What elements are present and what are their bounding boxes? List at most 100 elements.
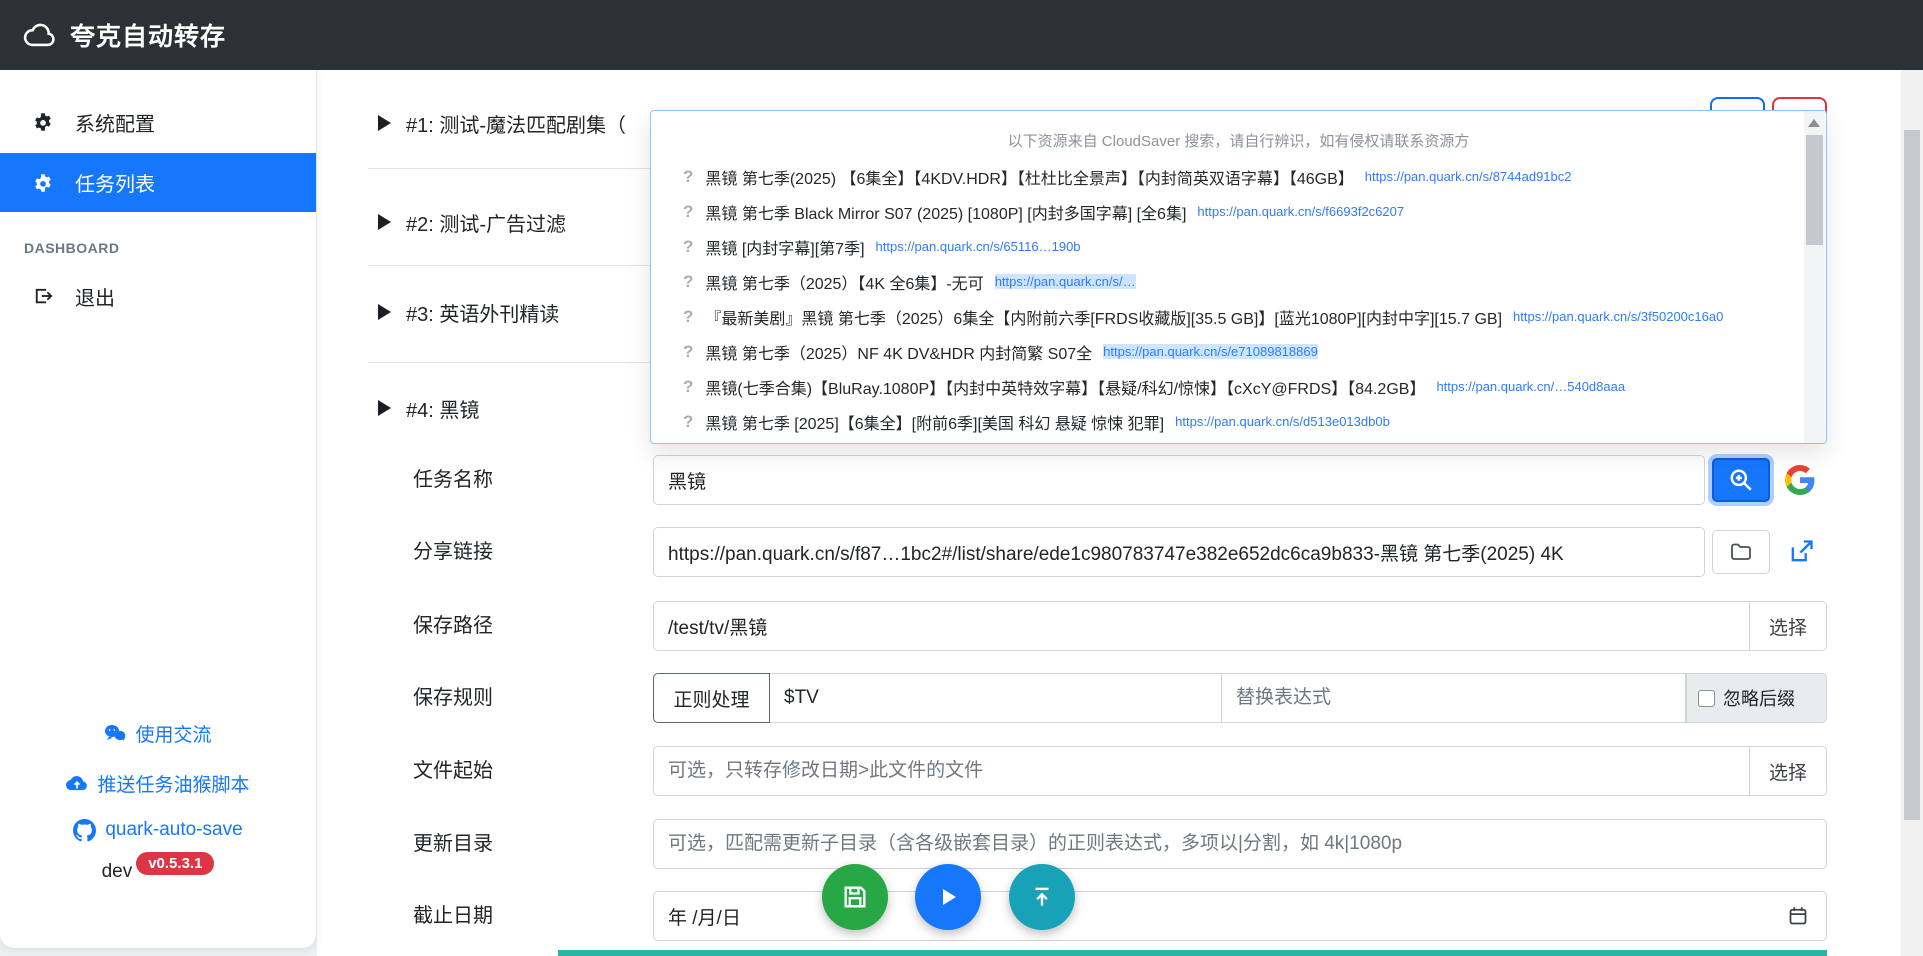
top-header: 夸克自动转存 [0, 0, 1923, 70]
task-accordion-header[interactable]: #1: 测试-魔法匹配剧集（ [378, 109, 626, 137]
label-save-rule: 保存规则 [413, 673, 643, 723]
update-dir-input[interactable] [653, 819, 1827, 869]
nav-item-label: 系统配置 [75, 108, 155, 137]
question-mark-icon [683, 307, 693, 327]
expand-arrow-icon [378, 115, 391, 131]
browse-folder-button[interactable] [1712, 530, 1770, 574]
folder-icon [1729, 540, 1753, 564]
result-item[interactable]: 黑镜 第七季（2025）NF 4K DV&HDR 内封简繁 S07全 https… [651, 334, 1826, 369]
ignore-suffix-checkbox[interactable] [1698, 690, 1715, 707]
sidebar-nav-item[interactable]: 系统配置 [0, 97, 316, 147]
result-item[interactable]: 黑镜 [内封字幕][第7季] https://pan.quark.cn/s/65… [651, 229, 1826, 264]
ignore-suffix-addon: 忽略后缀 [1686, 673, 1827, 723]
google-search-button[interactable] [1777, 460, 1823, 500]
result-item[interactable]: 黑镜 第七季 Black Mirror S07 (2025) [1080P] [… [651, 194, 1826, 229]
ignore-suffix-label: 忽略后缀 [1723, 685, 1795, 711]
sidebar-item-logout[interactable]: 退出 [0, 271, 316, 321]
result-title: 黑镜 第七季（2025）NF 4K DV&HDR 内封简繁 S07全 [705, 340, 1092, 364]
result-title: 黑镜 [内封字幕][第7季] [705, 235, 864, 259]
version-row: dev v0.5.3.1 [0, 852, 316, 892]
label-file-start: 文件起始 [413, 746, 643, 796]
task-name-input[interactable] [653, 455, 1705, 505]
result-item[interactable]: 『最新美剧』黑镜 第七季（2025）6集全【内附前六季[FRDS收藏版][35.… [651, 299, 1826, 334]
save-path-select-button[interactable]: 选择 [1750, 601, 1827, 651]
question-mark-icon [683, 202, 693, 222]
rule-replace-input[interactable] [1221, 673, 1686, 723]
sidebar-link-push-label: 推送任务油猴脚本 [97, 770, 249, 797]
sidebar-section-label: DASHBOARD [0, 240, 316, 256]
label-update-dir: 更新目录 [413, 819, 643, 869]
sidebar-link-push-script[interactable]: 推送任务油猴脚本 [0, 762, 316, 804]
sidebar-nav: 系统配置 任务列表 [0, 97, 316, 212]
task-accordion-header[interactable]: #3: 英语外刊精读 [378, 298, 559, 326]
nav-item-label: 任务列表 [75, 168, 155, 197]
label-task-name: 任务名称 [413, 455, 643, 505]
result-title: 黑镜(七季合集)【BluRay.1080P】【内封中英特效字幕】【悬疑/科幻/惊… [705, 375, 1425, 399]
question-mark-icon [683, 412, 693, 432]
question-mark-icon [683, 377, 693, 397]
result-title: 『最新美剧』黑镜 第七季（2025）6集全【内附前六季[FRDS收藏版][35.… [705, 305, 1502, 329]
wechat-icon [104, 724, 126, 742]
play-icon [936, 885, 960, 909]
result-title: 黑镜 第七季 Black Mirror S07 (2025) [1080P] [… [705, 200, 1186, 224]
open-share-link-button[interactable] [1780, 533, 1822, 571]
calendar-icon[interactable] [1788, 906, 1808, 926]
scrollbar-up-arrow-icon[interactable] [1808, 119, 1820, 127]
result-link[interactable]: https://pan.quark.cn/s/65116…190b [876, 239, 1081, 254]
magnifier-plus-icon [1728, 467, 1754, 493]
result-title: 黑镜 第七季 [2025]【6集全】[附前6季][美国 科幻 悬疑 惊悚 犯罪] [705, 410, 1164, 434]
rule-pattern-input[interactable] [769, 673, 1222, 723]
result-item[interactable]: 黑镜(七季合集)【BluRay.1080P】【内封中英特效字幕】【悬疑/科幻/惊… [651, 369, 1826, 404]
next-panel-top-edge [558, 950, 1827, 956]
task-accordion-header[interactable]: #4: 黑镜 [378, 394, 479, 422]
github-icon [73, 819, 96, 842]
dropdown-scrollbar[interactable] [1804, 111, 1825, 443]
result-link[interactable]: https://pan.quark.cn/…540d8aaa [1436, 379, 1625, 394]
save-path-input[interactable] [653, 601, 1750, 651]
nav-item-icon [33, 173, 53, 193]
nav-item-icon [33, 112, 53, 132]
question-mark-icon [683, 272, 693, 292]
label-save-path: 保存路径 [413, 601, 643, 651]
rule-mode-select[interactable]: 正则处理 [653, 673, 770, 723]
file-start-select-button[interactable]: 选择 [1750, 746, 1827, 796]
expand-arrow-icon [378, 214, 391, 230]
label-share-link: 分享链接 [413, 527, 643, 577]
result-link[interactable]: https://pan.quark.cn/s/e71089818869 [1103, 344, 1318, 359]
floppy-save-icon [841, 883, 869, 911]
search-results-dropdown: 以下资源来自 CloudSaver 搜索，请自行辨识，如有侵权请联系资源方 黑镜… [650, 110, 1827, 444]
task-title: #4: 黑镜 [406, 394, 479, 423]
page-scrollbar[interactable] [1901, 70, 1923, 956]
expand-arrow-icon [378, 304, 391, 320]
sidebar-link-github[interactable]: quark-auto-save [0, 809, 316, 851]
cloud-upload-icon [66, 775, 88, 791]
task-title: #2: 测试-广告过滤 [406, 208, 566, 237]
sidebar: 系统配置 任务列表 DASHBOARD 退出 [0, 70, 317, 948]
logout-label: 退出 [75, 282, 115, 311]
page-scrollbar-thumb[interactable] [1904, 130, 1920, 820]
share-link-input[interactable] [653, 527, 1705, 577]
scroll-to-top-fab[interactable] [1009, 864, 1075, 930]
result-link[interactable]: https://pan.quark.cn/s/8744ad91bc2 [1365, 169, 1572, 184]
sidebar-link-github-label: quark-auto-save [105, 819, 242, 841]
app-root: 夸克自动转存 系统配置 任务列表 DASHBOARD [0, 0, 1923, 956]
result-link[interactable]: https://pan.quark.cn/s/3f50200c16a0 [1513, 309, 1723, 324]
sidebar-nav-item[interactable]: 任务列表 [0, 153, 316, 212]
run-task-fab[interactable] [915, 864, 981, 930]
sidebar-link-chat[interactable]: 使用交流 [0, 712, 316, 754]
result-item[interactable]: 黑镜 第七季 [2025]【6集全】[附前6季][美国 科幻 悬疑 惊悚 犯罪]… [651, 404, 1826, 439]
question-mark-icon [683, 167, 693, 187]
result-link[interactable]: https://pan.quark.cn/s/d513e013db0b [1175, 414, 1390, 429]
file-start-input[interactable] [653, 746, 1750, 796]
task-accordion-header[interactable]: #2: 测试-广告过滤 [378, 208, 566, 236]
result-title: 黑镜 第七季（2025）【4K 全6集】-无可 [705, 270, 983, 294]
result-item[interactable]: 黑镜 第七季（2025）【4K 全6集】-无可 https://pan.quar… [651, 264, 1826, 299]
search-button[interactable] [1712, 458, 1770, 502]
save-task-fab[interactable] [822, 864, 888, 930]
label-deadline: 截止日期 [413, 891, 643, 941]
result-item[interactable]: 黑镜 第七季(2025) 【6集全】【4KDV.HDR】【杜杜比全景声】【内封简… [651, 159, 1826, 194]
sidebar-link-chat-label: 使用交流 [135, 720, 211, 747]
result-link[interactable]: https://pan.quark.cn/s/… [995, 274, 1136, 289]
result-link[interactable]: https://pan.quark.cn/s/f6693f2c6207 [1197, 204, 1404, 219]
dropdown-scrollbar-thumb[interactable] [1806, 135, 1823, 245]
